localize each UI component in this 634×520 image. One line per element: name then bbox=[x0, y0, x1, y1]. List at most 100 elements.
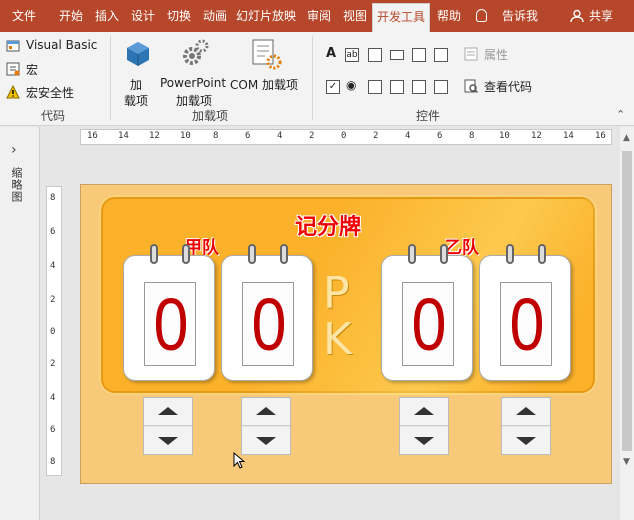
powerpoint-addins-button[interactable]: PowerPoint 加载项 bbox=[160, 38, 230, 108]
spin-button-team-b-ones[interactable] bbox=[501, 397, 551, 455]
tab-review[interactable]: 审阅 bbox=[302, 0, 336, 32]
card-ring bbox=[440, 244, 448, 264]
spin-up[interactable] bbox=[144, 398, 192, 426]
ruler-tick: 4 bbox=[277, 131, 283, 141]
addins-button[interactable]: 加 载项 bbox=[118, 38, 158, 108]
ruler-tick: 8 bbox=[213, 131, 219, 141]
vertical-scrollbar[interactable]: ▲ ▼ bbox=[620, 127, 634, 520]
ruler-tick: 2 bbox=[50, 359, 56, 369]
gears-icon bbox=[183, 39, 209, 65]
tab-view[interactable]: 视图 bbox=[338, 0, 372, 32]
scoreboard-title: 记分牌 bbox=[295, 215, 362, 240]
score-card-team-a-tens: 0 bbox=[123, 244, 215, 381]
option-button-control[interactable]: ◉ bbox=[346, 78, 356, 92]
thumbnail-pane: › 缩略图 bbox=[0, 127, 40, 520]
ruler-tick: 4 bbox=[50, 261, 56, 271]
scrollbar-thumb[interactable] bbox=[622, 151, 632, 451]
spin-down[interactable] bbox=[242, 426, 290, 454]
ruler-tick: 8 bbox=[50, 193, 56, 203]
score-digit: 0 bbox=[411, 283, 447, 366]
mouse-cursor-icon bbox=[233, 452, 245, 469]
image-control[interactable] bbox=[412, 48, 426, 62]
arrow-up-icon bbox=[516, 407, 536, 415]
spin-down[interactable] bbox=[144, 426, 192, 454]
spin-button-team-a-ones[interactable] bbox=[241, 397, 291, 455]
label-control[interactable]: A bbox=[326, 46, 336, 61]
ruler-tick: 6 bbox=[437, 131, 443, 141]
ruler-tick: 10 bbox=[180, 131, 191, 141]
ruler-tick: 4 bbox=[405, 131, 411, 141]
ruler-tick: 6 bbox=[245, 131, 251, 141]
textbox-control[interactable]: ab bbox=[345, 48, 359, 62]
spin-control[interactable] bbox=[368, 48, 382, 62]
tab-insert[interactable]: 插入 bbox=[90, 0, 124, 32]
spin-down[interactable] bbox=[400, 426, 448, 454]
tab-developer[interactable]: 开发工具 bbox=[372, 3, 430, 32]
ruler-tick: 6 bbox=[50, 425, 56, 435]
toggle-control[interactable] bbox=[412, 80, 426, 94]
group-separator bbox=[312, 36, 313, 120]
com-addins-button[interactable]: COM 加载项 bbox=[230, 38, 302, 104]
controls-group-label: 控件 bbox=[415, 109, 440, 123]
group-separator bbox=[110, 36, 111, 120]
combobox-control[interactable] bbox=[390, 80, 404, 94]
addins-label-2: 载项 bbox=[124, 94, 149, 108]
arrow-up-icon bbox=[158, 407, 178, 415]
score-card-team-b-ones: 0 bbox=[479, 244, 571, 381]
view-code-icon bbox=[464, 79, 478, 93]
ruler-tick: 16 bbox=[595, 131, 606, 141]
scroll-up-icon[interactable]: ▲ bbox=[623, 133, 630, 143]
digit-window: 0 bbox=[242, 282, 294, 366]
digit-window: 0 bbox=[500, 282, 552, 366]
tab-transitions[interactable]: 切换 bbox=[162, 0, 196, 32]
button-control[interactable] bbox=[390, 50, 404, 60]
digit-window: 0 bbox=[402, 282, 454, 366]
tab-design[interactable]: 设计 bbox=[126, 0, 160, 32]
spin-down[interactable] bbox=[502, 426, 550, 454]
score-digit: 0 bbox=[153, 283, 189, 366]
visual-basic-icon bbox=[6, 40, 20, 52]
properties-icon bbox=[464, 47, 478, 61]
ruler-tick: 12 bbox=[149, 131, 160, 141]
view-code-label: 查看代码 bbox=[484, 80, 533, 94]
tab-animations[interactable]: 动画 bbox=[198, 0, 232, 32]
vertical-ruler: 8 6 4 2 0 2 4 6 8 bbox=[46, 186, 62, 476]
collapse-ribbon-icon[interactable]: ⌃ bbox=[616, 108, 625, 121]
com-addins-label: COM 加载项 bbox=[230, 78, 298, 92]
more-controls[interactable] bbox=[434, 80, 448, 94]
ribbon-tab-bar: 文件 开始 插入 设计 切换 动画 幻灯片放映 审阅 视图 开发工具 帮助 告诉… bbox=[0, 0, 634, 32]
ruler-tick: 0 bbox=[341, 131, 347, 141]
tab-slideshow[interactable]: 幻灯片放映 bbox=[232, 0, 300, 32]
ruler-tick: 0 bbox=[50, 327, 56, 337]
spin-button-team-b-tens[interactable] bbox=[399, 397, 449, 455]
listbox-control[interactable] bbox=[368, 80, 382, 94]
ruler-tick: 12 bbox=[531, 131, 542, 141]
card-ring bbox=[280, 244, 288, 264]
com-addins-icon bbox=[252, 39, 282, 70]
score-digit: 0 bbox=[251, 283, 287, 366]
ruler-tick: 4 bbox=[50, 393, 56, 403]
addins-label-1: 加 bbox=[130, 78, 143, 92]
spin-up[interactable] bbox=[502, 398, 550, 426]
horizontal-ruler: 16 14 12 10 8 6 4 2 0 2 4 6 8 10 12 14 1… bbox=[80, 129, 612, 145]
spin-button-team-a-tens[interactable] bbox=[143, 397, 193, 455]
tab-help[interactable]: 帮助 bbox=[432, 0, 466, 32]
spin-up[interactable] bbox=[400, 398, 448, 426]
ruler-tick: 14 bbox=[563, 131, 574, 141]
score-card-team-b-tens: 0 bbox=[381, 244, 473, 381]
card-ring bbox=[408, 244, 416, 264]
spin-up[interactable] bbox=[242, 398, 290, 426]
addins-cube-icon bbox=[127, 42, 149, 66]
ruler-tick: 2 bbox=[50, 295, 56, 305]
chevron-right-icon[interactable]: › bbox=[11, 142, 17, 158]
tab-file[interactable]: 文件 bbox=[4, 0, 44, 32]
ruler-tick: 8 bbox=[50, 457, 56, 467]
slide-canvas[interactable]: 记分牌 甲队 乙队 PK 0 0 0 0 bbox=[80, 184, 612, 484]
scroll-down-icon[interactable]: ▼ bbox=[623, 457, 630, 467]
tab-home[interactable]: 开始 bbox=[54, 0, 88, 32]
macro-icon bbox=[6, 62, 20, 76]
checkbox-control[interactable]: ✓ bbox=[326, 80, 340, 94]
scrollbar-control[interactable] bbox=[434, 48, 448, 62]
macros-label: 宏 bbox=[26, 63, 39, 77]
ribbon: Visual Basic 宏 宏安全性 代码 加 载项 PowerPoint 加… bbox=[0, 32, 634, 126]
